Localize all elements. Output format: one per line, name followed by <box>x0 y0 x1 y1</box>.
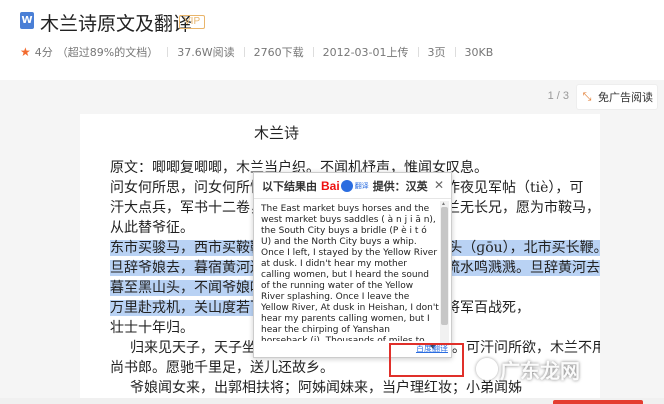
doc-size: 30KB <box>464 45 494 59</box>
meta-divider <box>167 47 169 57</box>
doc-meta: ★ 4分 （超过89%的文档） 37.6W阅读 2760下载 2012-03-0… <box>20 44 493 60</box>
scroll-thumb[interactable] <box>441 207 448 325</box>
page-indicator: 1 / 3 <box>547 90 569 102</box>
word-doc-icon: W <box>20 12 34 29</box>
popup-head-prefix: 以下结果由 <box>262 179 317 193</box>
annotation-highlight-box <box>389 343 464 377</box>
baidu-translate-logo: Bai 翻译 <box>321 179 369 193</box>
popup-scrollbar[interactable]: ▲ <box>440 201 449 346</box>
meta-divider <box>243 47 245 57</box>
baidu-logo-fanyi: 翻译 <box>354 181 369 190</box>
expand-icon: ⤡ <box>582 90 592 103</box>
poem-title: 木兰诗 <box>254 124 300 142</box>
line-text: 壮士十年归。 <box>110 320 194 336</box>
close-icon[interactable]: ✕ <box>434 178 444 192</box>
adfree-label: 免广告阅读 <box>598 91 653 104</box>
popup-header: 以下结果由 Bai 翻译 提供：汉英 <box>254 173 451 199</box>
meta-divider <box>312 47 314 57</box>
line-text: 从此替爷征。 <box>110 220 194 236</box>
reader-toolbar: 1 / 3 ⤡ 免广告阅读 <box>0 82 664 112</box>
translation-popup: 以下结果由 Bai 翻译 提供：汉英 ✕ The East market buy… <box>253 172 452 358</box>
bottom-action-button[interactable] <box>553 400 643 404</box>
doc-title: 木兰诗原文及翻译 <box>40 13 193 35</box>
vip-badge: VIP <box>179 15 206 29</box>
watermark-text: 广东龙网 <box>500 359 580 383</box>
doc-rating: 4分 <box>34 46 53 59</box>
meta-divider <box>454 47 456 57</box>
doc-upload-date: 2012-03-01上传 <box>322 46 409 59</box>
meta-divider <box>417 47 419 57</box>
baidu-paw-icon <box>340 179 353 192</box>
doc-downloads: 2760下载 <box>253 46 304 59</box>
line-text: 爷娘闻女来，出郭相扶将；阿姊闻妹来，当户理红妆；小弟闻姊 <box>130 380 522 396</box>
doc-pages: 3页 <box>427 46 446 59</box>
baidu-logo-text: Bai <box>321 178 340 193</box>
translation-text: The East market buys horses and the west… <box>261 204 439 341</box>
line-text: 尚书郎。愿驰千里足，送儿还故乡。 <box>110 360 334 376</box>
doc-rating-note: （超过89%的文档） <box>56 46 159 59</box>
watermark-logo-icon <box>476 358 498 380</box>
star-icon: ★ <box>20 45 31 59</box>
popup-head-suffix: 提供：汉英 <box>372 179 428 193</box>
adfree-read-button[interactable]: ⤡ 免广告阅读 <box>576 84 658 110</box>
doc-reads: 37.6W阅读 <box>177 46 235 59</box>
doc-header: W 木兰诗原文及翻译 VIP ★ 4分 （超过89%的文档） 37.6W阅读 2… <box>0 0 664 80</box>
